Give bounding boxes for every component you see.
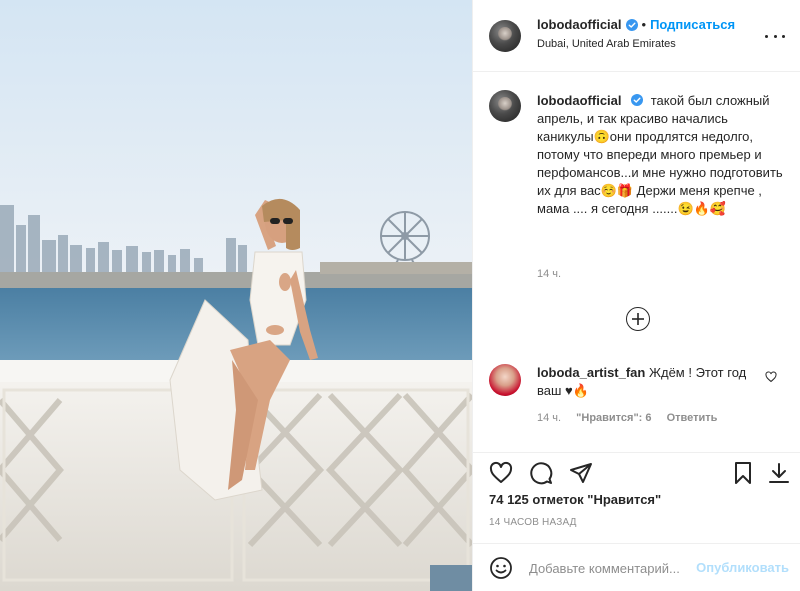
load-more-plus [632, 313, 644, 325]
verified-badge-icon [631, 94, 644, 106]
verified-badge-icon [625, 18, 638, 31]
comment-timestamp[interactable]: 14 ч. [537, 412, 561, 424]
download-icon[interactable] [767, 461, 791, 485]
photo-illustration [0, 0, 472, 591]
author-username[interactable]: lobodaofficial [537, 17, 622, 32]
caption-username[interactable]: lobodaofficial [537, 93, 622, 108]
comment-item: loboda_artist_fan Ждём ! Этот год ваш ♥🔥 [537, 364, 757, 400]
reply-button[interactable]: Ответить [667, 412, 718, 424]
post-photo[interactable] [0, 0, 472, 591]
commenter-avatar[interactable] [489, 364, 521, 396]
author-avatar[interactable] [489, 20, 521, 52]
heart-outline-icon[interactable] [765, 371, 777, 383]
author-line: lobodaofficial • Подписаться [537, 17, 735, 32]
bookmark-icon[interactable] [731, 461, 755, 485]
separator-dot: • [641, 17, 647, 32]
post-header: lobodaofficial • Подписаться Dubai, Unit… [473, 0, 800, 72]
speech-bubble-icon[interactable] [529, 461, 553, 485]
likes-count[interactable]: 74 125 отметок "Нравится" [489, 492, 661, 507]
comments-area: lobodaofficial такой был сложный апрель,… [473, 72, 800, 452]
follow-button[interactable]: Подписаться [650, 17, 735, 32]
caption-avatar[interactable] [489, 90, 521, 122]
comment-input[interactable] [529, 558, 719, 578]
caption-text: такой был сложный апрель, и так красиво … [537, 93, 783, 216]
add-comment-bar: Опубликовать [473, 543, 800, 591]
comment-meta: 14 ч. "Нравится": 6 Ответить [537, 412, 729, 424]
paper-plane-icon[interactable] [569, 461, 593, 485]
instagram-post: lobodaofficial • Подписаться Dubai, Unit… [0, 0, 800, 591]
publish-button[interactable]: Опубликовать [696, 560, 789, 575]
comment-likes[interactable]: "Нравится": 6 [576, 412, 651, 424]
smiley-icon[interactable] [489, 556, 513, 580]
plus-circle-icon[interactable] [626, 307, 650, 331]
post-time-ago[interactable]: 14 ЧАСОВ НАЗАД [489, 517, 577, 528]
action-bar [473, 452, 800, 492]
commenter-username[interactable]: loboda_artist_fan [537, 365, 645, 380]
more-options-icon[interactable] [765, 28, 785, 44]
heart-outline-icon[interactable] [489, 461, 513, 485]
post-caption: lobodaofficial такой был сложный апрель,… [537, 92, 785, 218]
post-side-panel: lobodaofficial • Подписаться Dubai, Unit… [472, 0, 800, 591]
post-location[interactable]: Dubai, United Arab Emirates [537, 38, 676, 50]
caption-timestamp[interactable]: 14 ч. [537, 268, 561, 280]
